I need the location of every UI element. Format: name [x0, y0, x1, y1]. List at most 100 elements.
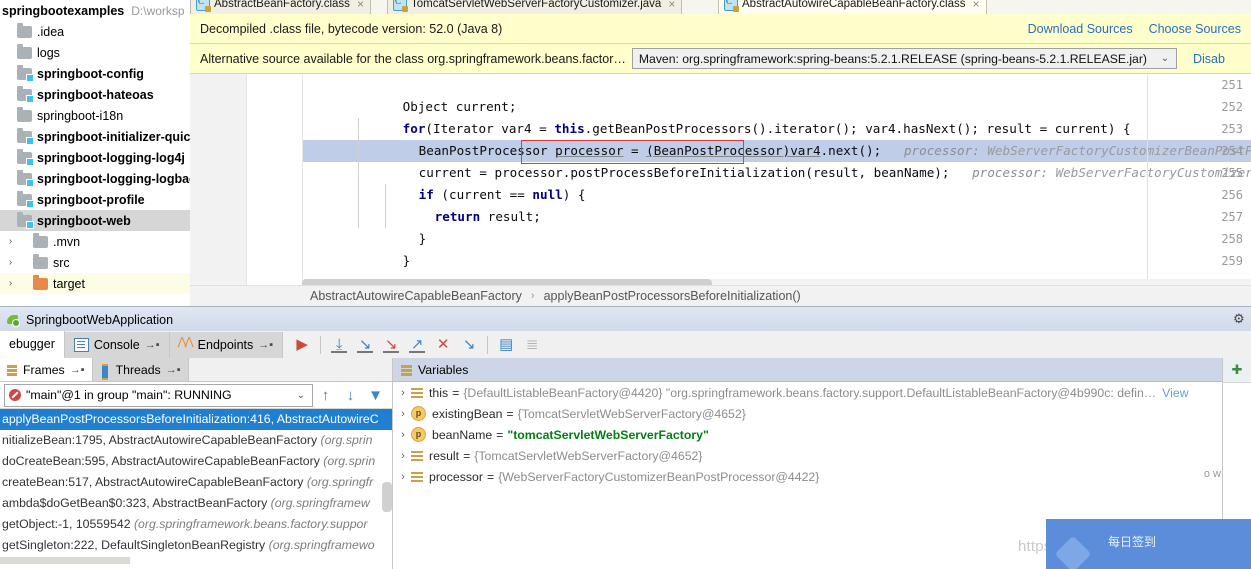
expander-icon[interactable]: ›: [395, 387, 411, 399]
frame-row[interactable]: doCreateBean:595, AbstractAutowireCapabl…: [0, 451, 392, 472]
breadcrumb-class[interactable]: AbstractAutowireCapableBeanFactory: [310, 289, 522, 303]
expander-icon[interactable]: ›: [395, 429, 411, 441]
close-icon[interactable]: ×: [668, 0, 675, 11]
pin-icon[interactable]: →▪: [258, 339, 273, 351]
gear-icon[interactable]: ⚙: [1233, 312, 1247, 326]
folder-icon: [17, 106, 32, 122]
tree-item-logs[interactable]: › logs: [0, 42, 190, 63]
force-step-into-button[interactable]: ↘: [378, 333, 404, 357]
evaluate-expression-button[interactable]: ▤: [493, 333, 519, 357]
frames-hscrollbar-thumb[interactable]: [0, 557, 130, 564]
run-to-cursor-icon: ↘: [462, 336, 476, 353]
tree-item-springboot-i18n[interactable]: › springboot-i18n: [0, 105, 190, 126]
arrow-up-icon: ↑: [321, 386, 330, 404]
variable-row[interactable]: › processor = {WebServerFactoryCustomize…: [393, 466, 1251, 487]
chevron-right-icon[interactable]: ›: [4, 257, 17, 268]
breadcrumb-method[interactable]: applyBeanPostProcessorsBeforeInitializat…: [544, 289, 801, 303]
frames-down-button[interactable]: ↓: [338, 384, 363, 406]
pin-icon[interactable]: →▪: [70, 364, 85, 376]
tree-item-springboot-web[interactable]: › springboot-web: [0, 210, 190, 231]
divider: [487, 335, 489, 354]
tree-item-target[interactable]: › target: [0, 273, 190, 294]
tree-item-springboot-logging-log4j[interactable]: › springboot-logging-log4j: [0, 147, 190, 168]
folder-icon: [33, 253, 48, 269]
drop-frame-button[interactable]: ✕: [430, 333, 456, 357]
tree-item-label: springboot-logging-logbac: [37, 171, 191, 186]
variable-row[interactable]: › p beanName = "tomcatServletWebServerFa…: [393, 424, 1251, 445]
disable-link[interactable]: Disab: [1193, 52, 1225, 66]
tree-item-idea[interactable]: › .idea: [0, 21, 190, 42]
filter-icon: ▼: [368, 386, 383, 404]
download-sources-link[interactable]: Download Sources: [1028, 22, 1133, 36]
chevron-right-icon[interactable]: ›: [4, 236, 17, 247]
view-link[interactable]: View: [1162, 386, 1188, 400]
tree-item-springboot-hateoas[interactable]: › springboot-hateoas: [0, 84, 190, 105]
frame-row[interactable]: getSingleton:222, DefaultSingletonBeanRe…: [0, 535, 392, 556]
close-icon[interactable]: ×: [973, 0, 980, 11]
code-token: (result, beanName);: [805, 165, 950, 180]
frame-method: ambda$doGetBean$0:323, AbstractBeanFacto…: [2, 496, 271, 510]
step-out-button[interactable]: ↗: [404, 333, 430, 357]
frame-row[interactable]: getObject:-1, 10559542 (org.springframew…: [0, 514, 392, 535]
tree-item-springboot-config[interactable]: › springboot-config: [0, 63, 190, 84]
tree-item-mvn[interactable]: › .mvn: [0, 231, 190, 252]
tab-endpoints[interactable]: Endpoints →▪: [169, 331, 284, 358]
signin-popup[interactable]: 每日签到: [1046, 519, 1251, 569]
show-execution-point-button[interactable]: ▶: [289, 333, 315, 357]
frame-row[interactable]: applyBeanPostProcessorsBeforeInitializat…: [0, 409, 392, 430]
pin-icon[interactable]: →▪: [166, 364, 181, 376]
frame-package: (org.springfr: [306, 475, 374, 489]
frame-stack-list[interactable]: applyBeanPostProcessorsBeforeInitializat…: [0, 409, 392, 564]
editor-tab[interactable]: TomcatServletWebServerFactoryCustomizer.…: [387, 0, 683, 14]
tab-threads[interactable]: Threads →▪: [92, 358, 189, 381]
frame-method: doCreateBean:595, AbstractAutowireCapabl…: [2, 454, 324, 468]
frame-row[interactable]: nitializeBean:1795, AbstractAutowireCapa…: [0, 430, 392, 451]
variable-row[interactable]: › p existingBean = {TomcatServletWebServ…: [393, 403, 1251, 424]
thread-selector-combo[interactable]: "main"@1 in group "main": RUNNING ⌄: [4, 383, 313, 407]
variable-name: processor: [429, 469, 483, 484]
underline-bar: [357, 350, 374, 353]
folder-icon: [33, 232, 48, 248]
chevron-right-icon: ›: [530, 290, 535, 302]
code-editor[interactable]: 251 252 253 254 255 256 257 258 259 Obje…: [190, 74, 1251, 288]
variable-row[interactable]: › this = {DefaultListableBeanFactory@442…: [393, 382, 1251, 403]
line-number: 258: [1221, 232, 1243, 246]
chevron-right-icon[interactable]: ›: [4, 278, 17, 289]
layout-settings-button[interactable]: ≣: [519, 333, 545, 357]
expander-icon[interactable]: ›: [395, 471, 411, 483]
expander-icon[interactable]: ›: [395, 408, 411, 420]
tab-debugger[interactable]: ebugger: [0, 330, 65, 359]
close-icon[interactable]: ×: [357, 0, 364, 11]
tree-item-root[interactable]: springbootexamples D:\worksp: [0, 0, 190, 21]
frames-up-button[interactable]: ↑: [313, 384, 338, 406]
choose-sources-link[interactable]: Choose Sources: [1149, 22, 1241, 36]
step-into-button[interactable]: ↘: [352, 333, 378, 357]
tab-frames[interactable]: Frames →▪: [0, 358, 93, 381]
pin-icon[interactable]: →▪: [145, 339, 160, 351]
code-token: }: [418, 231, 427, 246]
execution-point-icon: ▶: [296, 336, 308, 353]
breadcrumb[interactable]: AbstractAutowireCapableBeanFactory › app…: [190, 285, 1251, 306]
code-line: return result;: [302, 184, 541, 224]
editor-tab-active[interactable]: AbstractAutowireCapableBeanFactory.class…: [718, 0, 987, 14]
variable-row[interactable]: › result = {TomcatServletWebServerFactor…: [393, 445, 1251, 466]
frame-row[interactable]: createBean:517, AbstractAutowireCapableB…: [0, 472, 392, 493]
evaluate-expression-icon: ▤: [499, 336, 514, 353]
tab-console[interactable]: Console →▪: [64, 331, 170, 358]
project-tree-panel[interactable]: springbootexamples D:\worksp › .idea › l…: [0, 0, 191, 306]
tree-item-src[interactable]: › src: [0, 252, 190, 273]
tree-item-springboot-profile[interactable]: › springboot-profile: [0, 189, 190, 210]
source-selector-combo[interactable]: Maven: org.springframework:spring-beans:…: [631, 48, 1177, 69]
frames-filter-button[interactable]: ▼: [363, 384, 388, 406]
frame-row[interactable]: ambda$doGetBean$0:323, AbstractBeanFacto…: [0, 493, 392, 514]
run-to-cursor-button[interactable]: ↘: [456, 333, 482, 357]
line-number-gutter: [190, 74, 247, 288]
editor-tab[interactable]: AbstractBeanFactory.class ×: [190, 0, 371, 14]
expander-icon[interactable]: ›: [395, 450, 411, 462]
tree-item-springboot-initializer-quick[interactable]: › springboot-initializer-quick: [0, 126, 190, 147]
add-watch-button[interactable]: ✚: [1223, 358, 1251, 383]
step-over-button[interactable]: ⤓: [326, 333, 352, 357]
tree-item-label: .mvn: [53, 234, 81, 249]
tree-item-springboot-logging-logback[interactable]: › springboot-logging-logbac: [0, 168, 190, 189]
frames-scrollbar-thumb[interactable]: [382, 482, 392, 512]
